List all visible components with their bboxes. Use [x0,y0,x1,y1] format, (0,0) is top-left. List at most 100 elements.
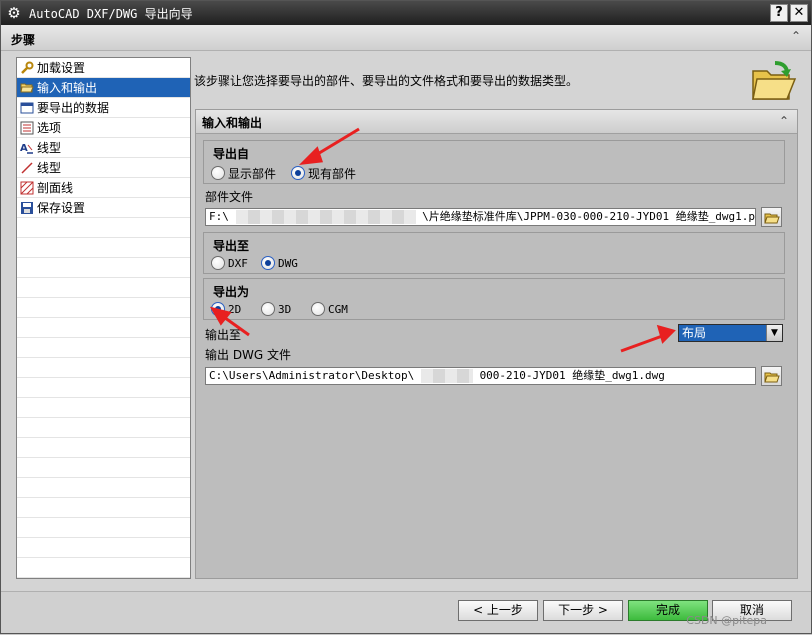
radio-cgm[interactable]: CGM [311,301,348,317]
redacted-path [420,369,473,383]
step-item-label: 加载设置 [37,61,86,75]
list-item [17,438,190,458]
radio-label: 现有部件 [308,166,357,181]
list-item [17,318,190,338]
text-style-icon: A [20,141,34,155]
output-dwg-browse-button[interactable] [761,366,782,386]
collapse-up-icon[interactable]: ⌃ [791,30,803,42]
output-dwg-value-end: 000-210-JYD01 绝缘垫_dwg1.dwg [479,369,665,382]
radio-indicator[interactable] [211,166,225,180]
collapse-up-icon[interactable]: ⌃ [779,115,791,127]
step-item-label: 线型 [37,141,62,155]
radio-label: DWG [278,256,298,270]
list-item [17,218,190,238]
part-file-browse-button[interactable] [761,207,782,227]
radio-indicator[interactable] [261,256,275,270]
radio-indicator[interactable] [261,302,275,316]
svg-text:A: A [20,143,28,154]
next-button[interactable]: 下一步 > [543,600,623,621]
radio-show-part[interactable]: 显示部件 [211,165,276,181]
export-to-group: 导出至 DXF DWG [203,232,785,274]
folder-icon [764,372,780,383]
step-item-label: 输入和输出 [37,81,98,95]
list-item [17,478,190,498]
line-icon [20,161,34,175]
window-icon [20,101,34,115]
step-item-label: 线型 [37,161,62,175]
step-item-hatch[interactable]: 剖面线 [17,178,190,198]
list-item [17,458,190,478]
hatch-icon [20,181,34,195]
input-output-panel: 输入和输出 ⌃ 导出自 显示部件 现有部件 部件文件 F:\ \片绝缘垫标准件库… [195,109,798,579]
back-button[interactable]: < 上一步 [458,600,538,621]
save-icon [20,201,34,215]
radio-label: 显示部件 [228,166,277,181]
export-to-title: 导出至 [213,239,250,253]
list-item [17,498,190,518]
list-item [17,338,190,358]
part-file-label: 部件文件 [205,190,254,204]
list-item [17,378,190,398]
radio-label: DXF [228,256,248,270]
folder-icon [764,213,780,224]
list-item [17,538,190,558]
radio-indicator[interactable] [211,256,225,270]
radio-2d[interactable]: 2D [211,301,241,317]
close-button[interactable]: ✕ [790,4,808,22]
radio-label: 2D [228,302,242,316]
export-as-group: 导出为 2D 3D CGM [203,278,785,320]
output-dwg-value-start: C:\Users\Administrator\Desktop\ [209,369,415,382]
folder-open-icon [20,81,34,95]
output-to-value: 布局 [682,326,707,340]
radio-indicator[interactable] [311,302,325,316]
step-item-label: 要导出的数据 [37,101,110,115]
steps-header: 步骤 ⌃ [1,25,811,51]
list-item [17,298,190,318]
export-as-title: 导出为 [213,285,250,299]
step-item-options[interactable]: 选项 [17,118,190,138]
step-item-label: 选项 [37,121,62,135]
output-to-label: 输出至 [205,328,242,342]
export-from-title: 导出自 [213,147,250,161]
list-item [17,518,190,538]
export-wizard-window: ⚙ AutoCAD DXF/DWG 导出向导 ? ✕ 步骤 ⌃ 加载设置 输入和… [0,0,812,634]
window-title: AutoCAD DXF/DWG 导出向导 [29,7,193,21]
radio-indicator[interactable] [211,302,225,316]
step-item-save-settings[interactable]: 保存设置 [17,198,190,218]
step-item-label: 剖面线 [37,181,74,195]
wrench-icon [20,61,34,75]
part-file-input[interactable]: F:\ \片绝缘垫标准件库\JPPM-030-000-210-JYD01 绝缘垫… [205,208,756,226]
radio-dwg[interactable]: DWG [261,255,298,271]
panel-header[interactable]: 输入和输出 ⌃ [196,110,797,134]
list-item [17,558,190,578]
radio-dxf[interactable]: DXF [211,255,248,271]
watermark: CSDN @pitepa [686,614,767,627]
part-file-value-start: F:\ [209,210,229,223]
list-item [17,278,190,298]
radio-3d[interactable]: 3D [261,301,291,317]
list-item [17,358,190,378]
steps-header-label: 步骤 [11,33,36,47]
help-button[interactable]: ? [770,4,788,22]
step-item-line-type[interactable]: 线型 [17,158,190,178]
open-folder-icon [749,59,797,103]
step-item-data-to-export[interactable]: 要导出的数据 [17,98,190,118]
step-item-line-style-text[interactable]: A 线型 [17,138,190,158]
step-description: 该步骤让您选择要导出的部件、要导出的文件格式和要导出的数据类型。 [194,74,579,88]
list-item [17,398,190,418]
step-item-input-output[interactable]: 输入和输出 [17,78,190,98]
part-file-value-end: \片绝缘垫标准件库\JPPM-030-000-210-JYD01 绝缘垫_dwg… [422,210,756,223]
output-dwg-input[interactable]: C:\Users\Administrator\Desktop\ 000-210-… [205,367,756,385]
list-item [17,418,190,438]
panel-title: 输入和输出 [202,116,263,130]
step-item-label: 保存设置 [37,201,86,215]
radio-existing-part[interactable]: 现有部件 [291,165,356,181]
radio-indicator[interactable] [291,166,305,180]
chevron-down-icon[interactable]: ▼ [766,325,782,341]
output-to-select[interactable]: 布局 ▼ [678,324,783,342]
steps-list[interactable]: 加载设置 输入和输出 要导出的数据 选项 A 线型 线型 剖面线 保存设置 [16,57,191,579]
export-from-group: 导出自 显示部件 现有部件 [203,140,785,184]
title-bar[interactable]: ⚙ AutoCAD DXF/DWG 导出向导 ? ✕ [1,1,811,25]
gear-icon[interactable]: ⚙ [5,4,23,22]
step-item-load-settings[interactable]: 加载设置 [17,58,190,78]
